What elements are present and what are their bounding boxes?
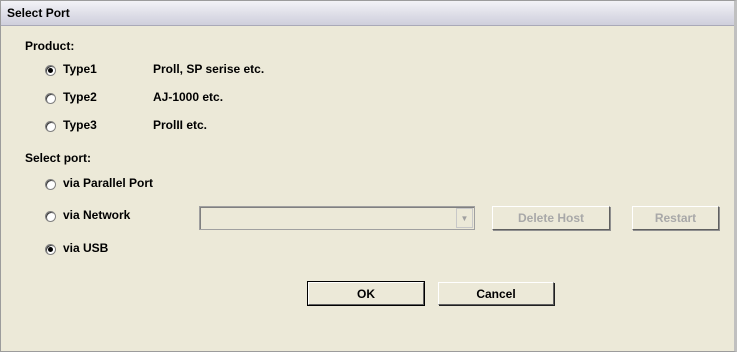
type1-description: Proll, SP serise etc. <box>153 62 265 76</box>
network-label[interactable]: via Network <box>63 208 130 222</box>
radio-type1[interactable] <box>45 65 56 76</box>
select-port-label: Select port: <box>25 151 92 165</box>
type3-description: ProlII etc. <box>153 118 208 132</box>
parallel-port-label[interactable]: via Parallel Port <box>63 176 153 190</box>
cancel-button[interactable]: Cancel <box>438 282 554 305</box>
chevron-down-icon[interactable]: ▼ <box>456 208 473 228</box>
usb-label[interactable]: via USB <box>63 241 108 255</box>
product-label: Product: <box>25 39 75 53</box>
dialog-title: Select Port <box>7 6 70 20</box>
radio-parallel-port[interactable] <box>45 179 56 190</box>
radio-type2[interactable] <box>45 93 56 104</box>
ok-button[interactable]: OK <box>307 281 425 306</box>
select-port-dialog: Select Port Product: Type1 Proll, SP ser… <box>0 0 737 352</box>
network-host-combobox[interactable]: ▼ <box>199 206 475 230</box>
radio-usb[interactable] <box>45 244 56 255</box>
delete-host-button[interactable]: Delete Host <box>492 206 610 230</box>
type2-description: AJ-1000 etc. <box>153 90 224 104</box>
radio-network[interactable] <box>45 211 56 222</box>
radio-type3[interactable] <box>45 121 56 132</box>
type1-label[interactable]: Type1 <box>63 62 97 76</box>
restart-button[interactable]: Restart <box>632 206 719 230</box>
type2-label[interactable]: Type2 <box>63 90 97 104</box>
type3-label[interactable]: Type3 <box>63 118 97 132</box>
title-bar[interactable]: Select Port <box>1 1 734 26</box>
